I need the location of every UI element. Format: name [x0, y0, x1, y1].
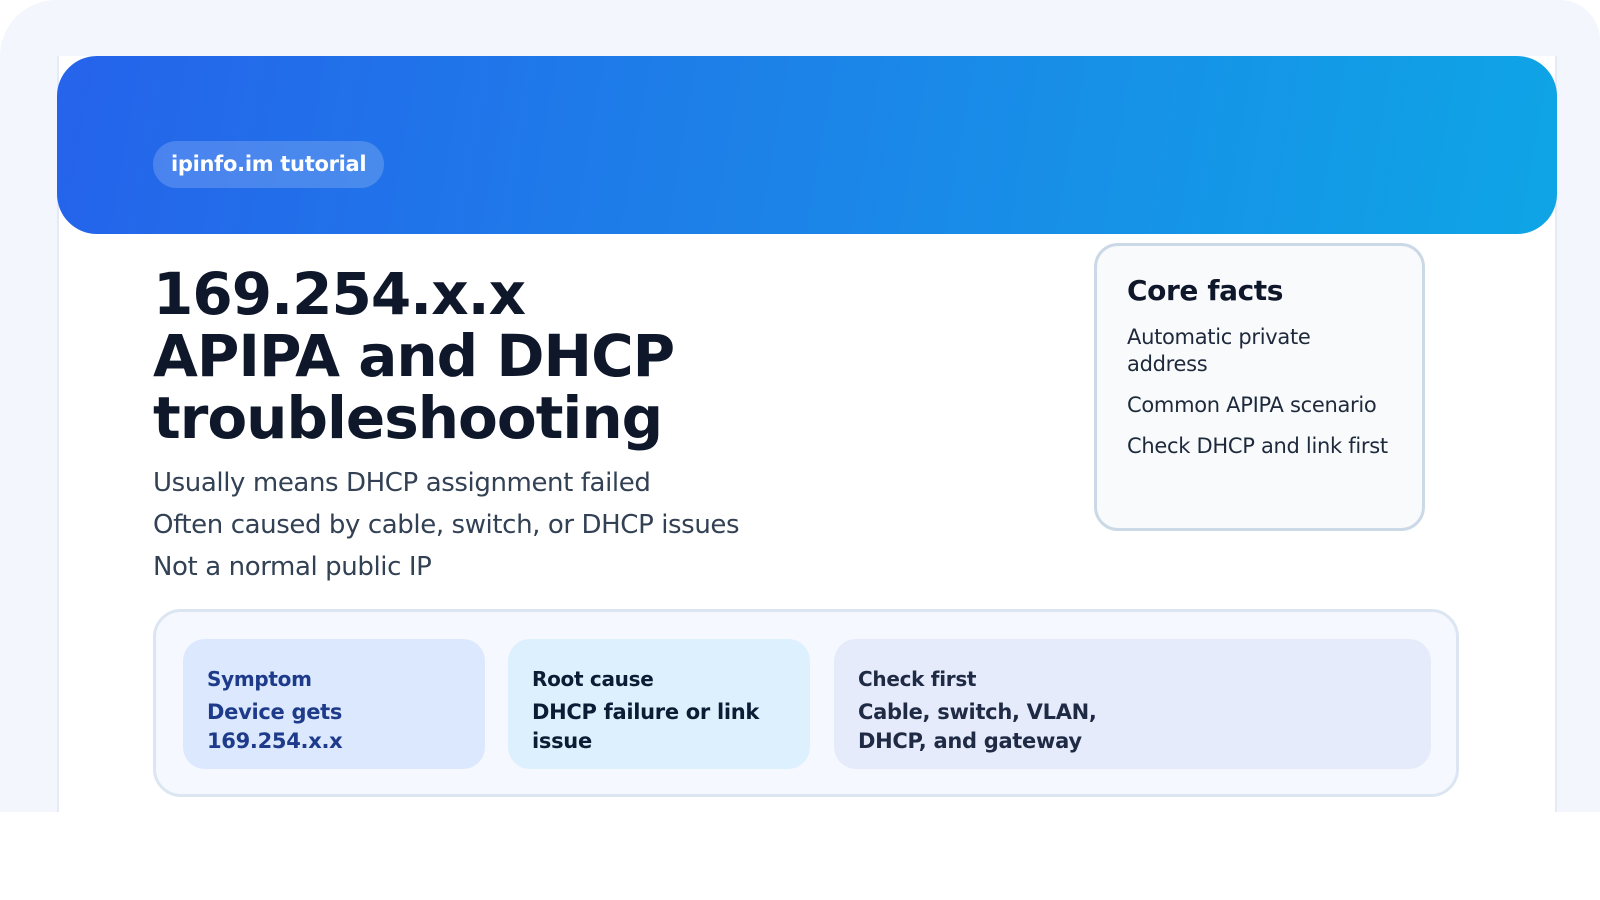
page-title: 169.254.x.x APIPA and DHCP troubleshooti… — [153, 263, 1013, 449]
tutorial-badge: ipinfo.im tutorial — [153, 141, 385, 188]
check-first-tile: Check first Cable, switch, VLAN, DHCP, a… — [834, 639, 1431, 769]
core-fact-item: Common APIPA scenario — [1127, 393, 1377, 417]
root-cause-value: DHCP failure or link issue — [532, 700, 760, 753]
symptom-value: Device gets 169.254.x.x — [207, 700, 343, 753]
root-cause-tile: Root cause DHCP failure or link issue — [508, 639, 810, 769]
summary-item: Usually means DHCP assignment failed — [153, 468, 651, 498]
diagnosis-strip: Symptom Device gets 169.254.x.x Root cau… — [153, 609, 1459, 797]
title-line: troubleshooting — [153, 384, 663, 452]
summary-item: Often caused by cable, switch, or DHCP i… — [153, 510, 740, 540]
summary-list: Usually means DHCP assignment failed Oft… — [153, 462, 1013, 588]
core-fact-item: Check DHCP and link first — [1127, 434, 1388, 458]
summary-item: Not a normal public IP — [153, 552, 432, 582]
core-facts-heading: Core facts — [1127, 274, 1284, 307]
core-fact-item: Automatic private address — [1127, 325, 1311, 376]
check-first-value: Cable, switch, VLAN, DHCP, and gateway — [858, 700, 1097, 753]
core-facts-panel: Core facts Automatic private address Com… — [1094, 243, 1425, 531]
symptom-label: Symptom — [207, 667, 312, 691]
title-line: APIPA and DHCP — [153, 322, 675, 390]
check-first-label: Check first — [858, 667, 977, 691]
symptom-tile: Symptom Device gets 169.254.x.x — [183, 639, 485, 769]
title-line: 169.254.x.x — [153, 260, 526, 328]
root-cause-label: Root cause — [532, 667, 654, 691]
